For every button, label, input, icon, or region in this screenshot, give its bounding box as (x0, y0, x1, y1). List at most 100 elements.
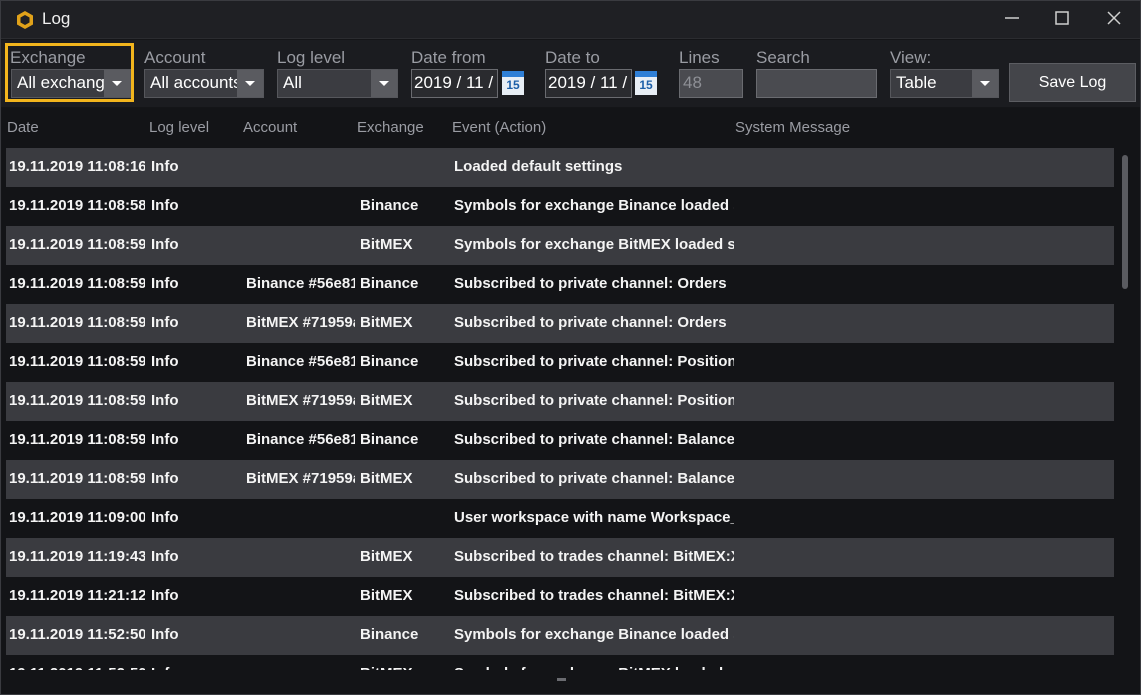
cell-exchange: BitMEX (360, 587, 413, 604)
cell-log-level: Info (151, 665, 241, 670)
search-input[interactable] (756, 69, 877, 98)
cell-account: BitMEX #71959a (246, 470, 355, 487)
log-level-label: Log level (277, 48, 346, 67)
column-header-date[interactable]: Date (7, 119, 39, 136)
cell-date: 19.11.2019 11:08:59 (9, 314, 145, 331)
filter-toolbar: Exchange All exchanges Account All accou… (1, 40, 1140, 107)
cell-date: 19.11.2019 11:08:59 (9, 353, 145, 370)
lines-label: Lines (679, 48, 720, 67)
cell-date: 19.11.2019 11:52:50 (9, 626, 145, 643)
cell-exchange: Binance (360, 197, 419, 214)
cell-date: 19.11.2019 11:08:59 (9, 236, 145, 253)
cell-event: Symbols for exchange BitMEX loaded succe… (454, 665, 734, 670)
log-level-select[interactable]: All (277, 69, 398, 98)
close-icon (1107, 11, 1121, 25)
date-from-field[interactable]: 2019 / 11 / 19 (411, 69, 498, 98)
cell-event: Subscribed to private channel: Positions (454, 392, 734, 409)
column-header-account[interactable]: Account (243, 119, 297, 136)
table-row[interactable]: 19.11.2019 11:08:58 Info Binance Symbols fo… (6, 187, 1114, 226)
cell-account: Binance #56e81 (246, 431, 355, 448)
cell-exchange: BitMEX (360, 548, 413, 565)
cell-log-level: Info (151, 158, 179, 175)
table-row[interactable]: 19.11.2019 11:52:50 Info BitMEX Symbols for… (6, 655, 1114, 670)
table-row[interactable]: 19.11.2019 11:09:00 Info User workspace wi… (6, 499, 1114, 538)
cell-event: Subscribed to trades channel: BitMEX:XBT… (454, 587, 734, 604)
chevron-down-icon[interactable] (972, 70, 998, 97)
table-row[interactable]: 19.11.2019 11:08:59 Info BitMEX #71959a Bit… (6, 304, 1114, 343)
cell-date: 19.11.2019 11:08:59 (9, 392, 145, 409)
column-header-exchange[interactable]: Exchange (357, 119, 424, 136)
calendar-icon[interactable]: 15 (502, 71, 524, 95)
view-select[interactable]: Table (890, 69, 999, 98)
save-log-button[interactable]: Save Log (1009, 63, 1136, 102)
table-row[interactable]: 19.11.2019 11:08:59 Info Binance #56e81 Bin… (6, 421, 1114, 460)
chevron-down-icon[interactable] (371, 70, 397, 97)
cell-event: Symbols for exchange BitMEX loaded succe… (454, 236, 734, 253)
table-row[interactable]: 19.11.2019 11:08:59 Info BitMEX #71959a Bit… (6, 460, 1114, 499)
chevron-down-icon[interactable] (104, 70, 130, 97)
cell-log-level: Info (151, 353, 179, 370)
account-select[interactable]: All accounts (144, 69, 264, 98)
cell-date: 19.11.2019 11:21:12 (9, 587, 145, 604)
view-label: View: (890, 48, 932, 67)
cell-log-level: Info (151, 197, 179, 214)
close-button[interactable] (1101, 7, 1127, 33)
table-row[interactable]: 19.11.2019 11:08:16 Info Loaded default se… (6, 148, 1114, 187)
cell-log-level: Info (151, 587, 179, 604)
minimize-icon (1005, 17, 1019, 19)
column-header-event[interactable]: Event (Action) (452, 119, 546, 136)
cell-date: 19.11.2019 11:09:00 (9, 509, 145, 526)
cell-log-level: Info (151, 626, 179, 643)
table-row[interactable]: 19.11.2019 11:08:59 Info Binance #56e81 Bin… (6, 343, 1114, 382)
minimize-button[interactable] (999, 7, 1025, 33)
exchange-select[interactable]: All exchanges (11, 69, 131, 98)
cell-date: 19.11.2019 11:19:43 (9, 548, 145, 565)
log-level-select-value: All (283, 73, 302, 92)
maximize-button[interactable] (1049, 7, 1075, 33)
date-to-field[interactable]: 2019 / 11 / 19 (545, 69, 632, 98)
cell-date: 19.11.2019 11:08:59 (9, 470, 145, 487)
table-row[interactable]: 19.11.2019 11:08:59 Info BitMEX Symbols for… (6, 226, 1114, 265)
calendar-icon[interactable]: 15 (635, 71, 657, 95)
chevron-down-icon[interactable] (237, 70, 263, 97)
app-logo-icon (17, 11, 33, 29)
window-title: Log (42, 9, 71, 28)
cell-event: Loaded default settings (454, 158, 623, 175)
cell-exchange: Binance (360, 353, 419, 370)
column-header-log-level[interactable]: Log level (149, 119, 209, 136)
cell-log-level: Info (151, 509, 179, 526)
maximize-icon (1055, 11, 1069, 25)
table-row[interactable]: 19.11.2019 11:08:59 Info Binance #56e81 Bin… (6, 265, 1114, 304)
lines-field[interactable]: 48 (679, 69, 743, 98)
cell-exchange: BitMEX (360, 470, 413, 487)
table-body: 19.11.2019 11:08:16 Info Loaded default se… (6, 148, 1114, 670)
cell-event: Subscribed to private channel: Orders (454, 314, 727, 331)
cell-log-level: Info (151, 275, 179, 292)
date-to-label: Date to (545, 48, 600, 67)
resize-grip-icon[interactable] (557, 678, 566, 681)
cell-date: 19.11.2019 11:08:16 (9, 158, 145, 175)
vertical-scrollbar[interactable] (1122, 155, 1128, 289)
cell-log-level: Info (151, 392, 179, 409)
table-row[interactable]: 19.11.2019 11:21:12 Info BitMEX Subscribed … (6, 577, 1114, 616)
cell-account: Binance #56e81 (246, 275, 355, 292)
cell-date: 19.11.2019 11:08:59 (9, 431, 145, 448)
cell-exchange: BitMEX (360, 314, 413, 331)
table-row[interactable]: 19.11.2019 11:19:43 Info BitMEX Subscribed … (6, 538, 1114, 577)
cell-account: BitMEX #71959a (246, 314, 355, 331)
search-label: Search (756, 48, 810, 67)
cell-exchange: BitMEX (360, 665, 450, 670)
account-select-value: All accounts (150, 73, 242, 92)
cell-account: Binance #56e81 (246, 353, 355, 370)
cell-exchange: BitMEX (360, 392, 413, 409)
cell-event: Symbols for exchange Binance loaded succ… (454, 626, 734, 643)
table-row[interactable]: 19.11.2019 11:08:59 Info BitMEX #71959a Bit… (6, 382, 1114, 421)
cell-date: 19.11.2019 11:08:58 (9, 197, 145, 214)
cell-exchange: BitMEX (360, 236, 413, 253)
table-row[interactable]: 19.11.2019 11:52:50 Info Binance Symbols fo… (6, 616, 1114, 655)
log-window: Log Exchange All exchanges Account All a… (0, 0, 1141, 695)
cell-event: Symbols for exchange Binance loaded succ… (454, 197, 734, 214)
column-header-system-message[interactable]: System Message (735, 119, 850, 136)
cell-exchange: Binance (360, 275, 419, 292)
title-bar[interactable]: Log (1, 1, 1140, 39)
